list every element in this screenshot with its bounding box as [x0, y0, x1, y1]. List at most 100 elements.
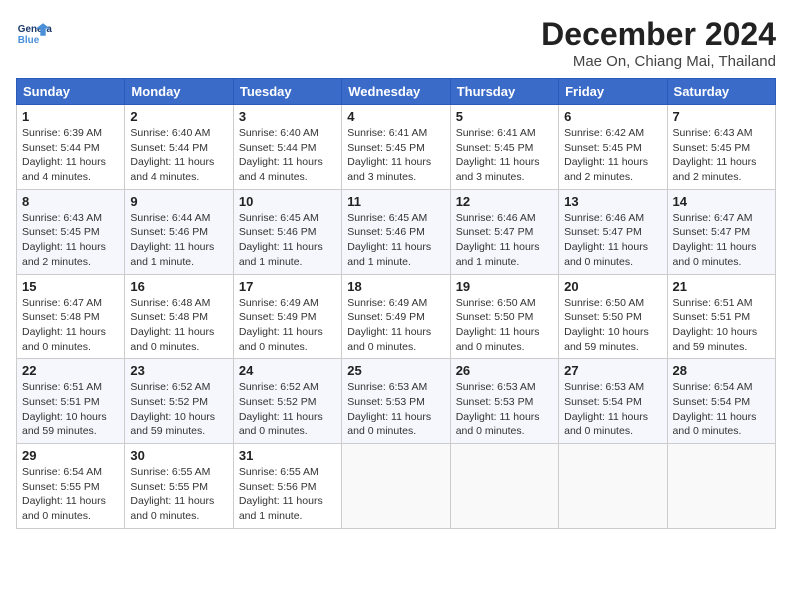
- calendar-cell: 4 Sunrise: 6:41 AMSunset: 5:45 PMDaylight…: [342, 105, 450, 190]
- calendar-week-row: 8 Sunrise: 6:43 AMSunset: 5:45 PMDaylight…: [17, 189, 776, 274]
- day-number: 16: [130, 279, 227, 294]
- weekday-header: Monday: [125, 79, 233, 105]
- day-number: 26: [456, 363, 553, 378]
- day-number: 22: [22, 363, 119, 378]
- day-info: Sunrise: 6:53 AMSunset: 5:53 PMDaylight:…: [347, 380, 444, 439]
- day-number: 1: [22, 109, 119, 124]
- day-number: 2: [130, 109, 227, 124]
- day-number: 3: [239, 109, 336, 124]
- calendar-cell: [342, 444, 450, 529]
- day-number: 23: [130, 363, 227, 378]
- day-info: Sunrise: 6:40 AMSunset: 5:44 PMDaylight:…: [239, 126, 336, 185]
- day-number: 21: [673, 279, 770, 294]
- day-info: Sunrise: 6:41 AMSunset: 5:45 PMDaylight:…: [456, 126, 553, 185]
- calendar-cell: 24 Sunrise: 6:52 AMSunset: 5:52 PMDayligh…: [233, 359, 341, 444]
- calendar-cell: [450, 444, 558, 529]
- day-info: Sunrise: 6:52 AMSunset: 5:52 PMDaylight:…: [130, 380, 227, 439]
- day-info: Sunrise: 6:49 AMSunset: 5:49 PMDaylight:…: [239, 296, 336, 355]
- day-info: Sunrise: 6:44 AMSunset: 5:46 PMDaylight:…: [130, 211, 227, 270]
- weekday-header: Saturday: [667, 79, 775, 105]
- calendar-cell: [667, 444, 775, 529]
- svg-text:Blue: Blue: [18, 35, 40, 46]
- calendar-cell: 22 Sunrise: 6:51 AMSunset: 5:51 PMDayligh…: [17, 359, 125, 444]
- day-number: 15: [22, 279, 119, 294]
- calendar-cell: 19 Sunrise: 6:50 AMSunset: 5:50 PMDayligh…: [450, 274, 558, 359]
- day-info: Sunrise: 6:54 AMSunset: 5:55 PMDaylight:…: [22, 465, 119, 524]
- calendar-week-row: 15 Sunrise: 6:47 AMSunset: 5:48 PMDayligh…: [17, 274, 776, 359]
- calendar-cell: 16 Sunrise: 6:48 AMSunset: 5:48 PMDayligh…: [125, 274, 233, 359]
- day-number: 24: [239, 363, 336, 378]
- calendar-cell: 10 Sunrise: 6:45 AMSunset: 5:46 PMDayligh…: [233, 189, 341, 274]
- weekday-header: Tuesday: [233, 79, 341, 105]
- day-number: 12: [456, 194, 553, 209]
- day-info: Sunrise: 6:47 AMSunset: 5:48 PMDaylight:…: [22, 296, 119, 355]
- day-number: 17: [239, 279, 336, 294]
- day-info: Sunrise: 6:43 AMSunset: 5:45 PMDaylight:…: [673, 126, 770, 185]
- day-number: 9: [130, 194, 227, 209]
- weekday-header: Sunday: [17, 79, 125, 105]
- title-block: December 2024 Mae On, Chiang Mai, Thaila…: [541, 16, 776, 70]
- calendar-cell: 25 Sunrise: 6:53 AMSunset: 5:53 PMDayligh…: [342, 359, 450, 444]
- day-number: 13: [564, 194, 661, 209]
- day-number: 18: [347, 279, 444, 294]
- day-info: Sunrise: 6:51 AMSunset: 5:51 PMDaylight:…: [22, 380, 119, 439]
- day-number: 10: [239, 194, 336, 209]
- calendar-cell: 6Sunrise: 6:42 AMSunset: 5:45 PMDaylight…: [559, 105, 667, 190]
- day-number: 8: [22, 194, 119, 209]
- calendar-cell: 7 Sunrise: 6:43 AMSunset: 5:45 PMDaylight…: [667, 105, 775, 190]
- weekday-header: Friday: [559, 79, 667, 105]
- day-info: Sunrise: 6:50 AMSunset: 5:50 PMDaylight:…: [564, 296, 661, 355]
- calendar-cell: 28Sunrise: 6:54 AMSunset: 5:54 PMDayligh…: [667, 359, 775, 444]
- logo-icon: General Blue: [16, 16, 52, 52]
- day-number: 31: [239, 448, 336, 463]
- calendar-cell: 27Sunrise: 6:53 AMSunset: 5:54 PMDayligh…: [559, 359, 667, 444]
- day-number: 27: [564, 363, 661, 378]
- day-info: Sunrise: 6:52 AMSunset: 5:52 PMDaylight:…: [239, 380, 336, 439]
- calendar-cell: 14 Sunrise: 6:47 AMSunset: 5:47 PMDayligh…: [667, 189, 775, 274]
- day-number: 29: [22, 448, 119, 463]
- day-info: Sunrise: 6:46 AMSunset: 5:47 PMDaylight:…: [456, 211, 553, 270]
- calendar-header-row: SundayMondayTuesdayWednesdayThursdayFrid…: [17, 79, 776, 105]
- calendar-cell: 18 Sunrise: 6:49 AMSunset: 5:49 PMDayligh…: [342, 274, 450, 359]
- calendar-week-row: 1Sunrise: 6:39 AMSunset: 5:44 PMDaylight…: [17, 105, 776, 190]
- day-number: 14: [673, 194, 770, 209]
- calendar-cell: 20Sunrise: 6:50 AMSunset: 5:50 PMDayligh…: [559, 274, 667, 359]
- day-number: 30: [130, 448, 227, 463]
- day-number: 4: [347, 109, 444, 124]
- calendar-cell: 31Sunrise: 6:55 AMSunset: 5:56 PMDayligh…: [233, 444, 341, 529]
- day-info: Sunrise: 6:48 AMSunset: 5:48 PMDaylight:…: [130, 296, 227, 355]
- calendar-cell: [559, 444, 667, 529]
- day-info: Sunrise: 6:55 AMSunset: 5:55 PMDaylight:…: [130, 465, 227, 524]
- calendar-cell: 15 Sunrise: 6:47 AMSunset: 5:48 PMDayligh…: [17, 274, 125, 359]
- page-header: General Blue December 2024 Mae On, Chian…: [16, 16, 776, 70]
- calendar-cell: 17 Sunrise: 6:49 AMSunset: 5:49 PMDayligh…: [233, 274, 341, 359]
- calendar-week-row: 22 Sunrise: 6:51 AMSunset: 5:51 PMDayligh…: [17, 359, 776, 444]
- day-number: 7: [673, 109, 770, 124]
- day-number: 5: [456, 109, 553, 124]
- calendar-cell: 11Sunrise: 6:45 AMSunset: 5:46 PMDayligh…: [342, 189, 450, 274]
- day-info: Sunrise: 6:47 AMSunset: 5:47 PMDaylight:…: [673, 211, 770, 270]
- calendar-cell: 5 Sunrise: 6:41 AMSunset: 5:45 PMDaylight…: [450, 105, 558, 190]
- day-number: 11: [347, 194, 444, 209]
- day-number: 28: [673, 363, 770, 378]
- calendar-table: SundayMondayTuesdayWednesdayThursdayFrid…: [16, 78, 776, 529]
- day-info: Sunrise: 6:51 AMSunset: 5:51 PMDaylight:…: [673, 296, 770, 355]
- weekday-header: Thursday: [450, 79, 558, 105]
- day-info: Sunrise: 6:45 AMSunset: 5:46 PMDaylight:…: [239, 211, 336, 270]
- calendar-week-row: 29 Sunrise: 6:54 AMSunset: 5:55 PMDayligh…: [17, 444, 776, 529]
- day-number: 25: [347, 363, 444, 378]
- calendar-cell: 2Sunrise: 6:40 AMSunset: 5:44 PMDaylight…: [125, 105, 233, 190]
- day-info: Sunrise: 6:49 AMSunset: 5:49 PMDaylight:…: [347, 296, 444, 355]
- calendar-cell: 30 Sunrise: 6:55 AMSunset: 5:55 PMDayligh…: [125, 444, 233, 529]
- weekday-header: Wednesday: [342, 79, 450, 105]
- day-info: Sunrise: 6:43 AMSunset: 5:45 PMDaylight:…: [22, 211, 119, 270]
- calendar-cell: 26 Sunrise: 6:53 AMSunset: 5:53 PMDayligh…: [450, 359, 558, 444]
- calendar-cell: 9 Sunrise: 6:44 AMSunset: 5:46 PMDaylight…: [125, 189, 233, 274]
- day-info: Sunrise: 6:41 AMSunset: 5:45 PMDaylight:…: [347, 126, 444, 185]
- day-info: Sunrise: 6:50 AMSunset: 5:50 PMDaylight:…: [456, 296, 553, 355]
- svg-text:General: General: [18, 24, 52, 35]
- day-info: Sunrise: 6:53 AMSunset: 5:53 PMDaylight:…: [456, 380, 553, 439]
- calendar-cell: 23 Sunrise: 6:52 AMSunset: 5:52 PMDayligh…: [125, 359, 233, 444]
- day-number: 19: [456, 279, 553, 294]
- day-number: 6: [564, 109, 661, 124]
